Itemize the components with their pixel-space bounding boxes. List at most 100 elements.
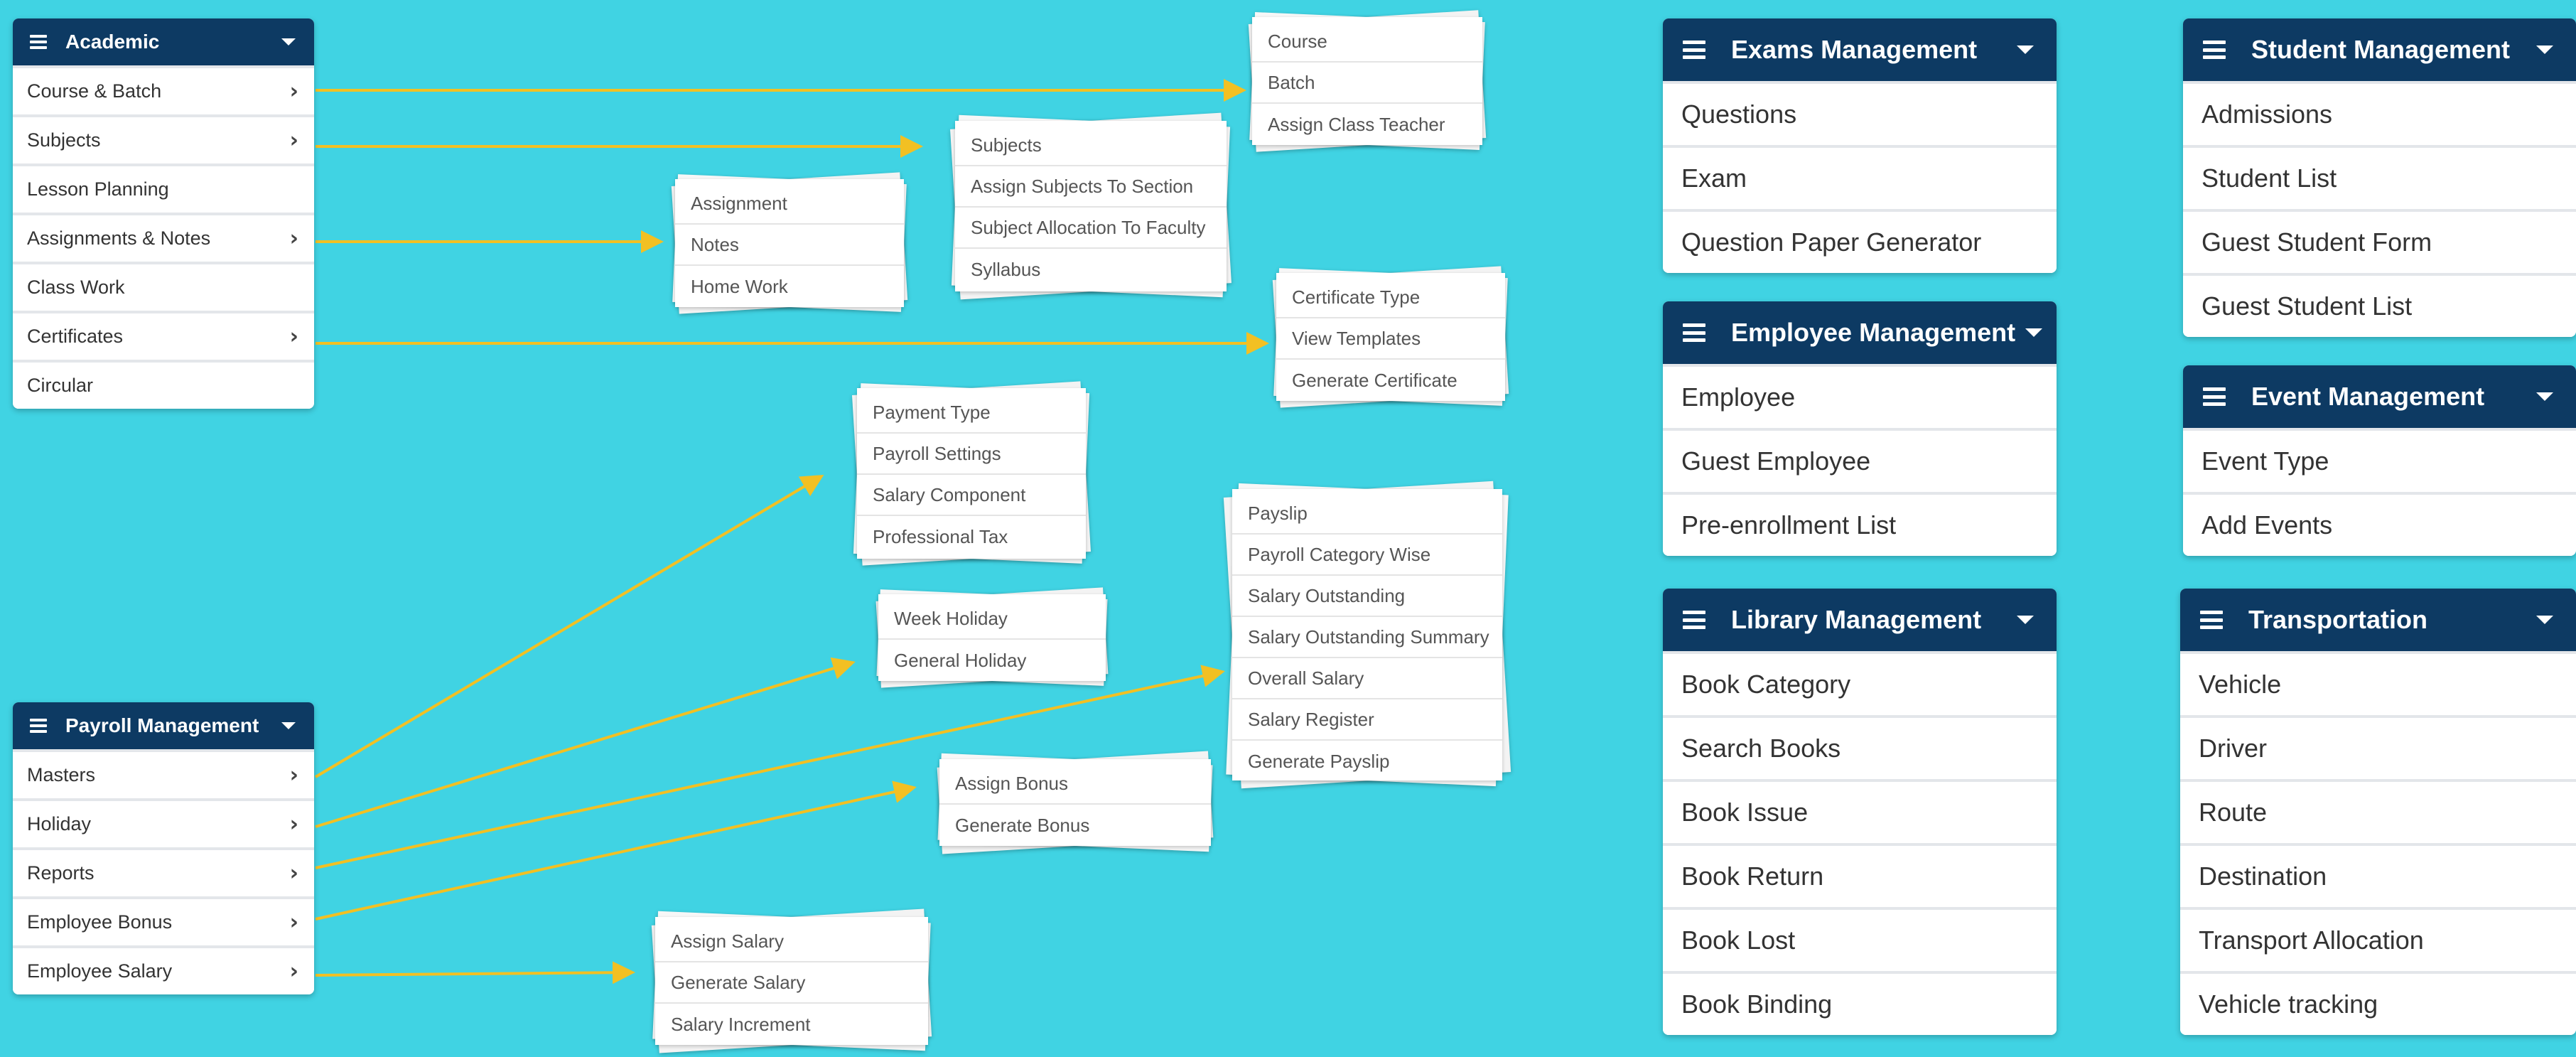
- academic-menu-header[interactable]: Academic: [13, 18, 314, 65]
- submenu-item[interactable]: Salary Component: [857, 475, 1086, 516]
- chevron-right-icon: ›: [289, 861, 298, 886]
- submenu-item[interactable]: Professional Tax: [857, 516, 1086, 557]
- submenu-item[interactable]: Payslip: [1232, 493, 1502, 535]
- menu-item-employee[interactable]: Employee: [1663, 364, 2057, 428]
- submenu-item[interactable]: Salary Outstanding Summary: [1232, 617, 1502, 658]
- submenu-item[interactable]: View Templates: [1276, 318, 1505, 360]
- arrow-masters: [314, 474, 824, 778]
- library-menu: Library Management Book Category Search …: [1663, 589, 2057, 1035]
- menu-item-destination[interactable]: Destination: [2180, 843, 2576, 907]
- menu-item-search-books[interactable]: Search Books: [1663, 715, 2057, 779]
- menu-item-book-issue[interactable]: Book Issue: [1663, 779, 2057, 843]
- menu-item-certificates[interactable]: Certificates ›: [13, 311, 314, 360]
- menu-item-circular[interactable]: Circular: [13, 360, 314, 409]
- menu-item-employee-salary[interactable]: Employee Salary ›: [13, 945, 314, 994]
- employee-menu: Employee Management Employee Guest Emplo…: [1663, 301, 2057, 556]
- menu-item-guest-student-list[interactable]: Guest Student List: [2183, 273, 2576, 337]
- menu-item-pre-enrollment-list[interactable]: Pre-enrollment List: [1663, 492, 2057, 556]
- submenu-item[interactable]: Assign Salary: [655, 921, 928, 962]
- menu-item-reports[interactable]: Reports ›: [13, 847, 314, 896]
- menu-item-question-paper-generator[interactable]: Question Paper Generator: [1663, 209, 2057, 273]
- submenu-item[interactable]: Syllabus: [955, 249, 1227, 290]
- menu-item-guest-student-form[interactable]: Guest Student Form: [2183, 209, 2576, 273]
- transport-menu: Transportation Vehicle Driver Route Dest…: [2180, 589, 2576, 1035]
- caret-down-icon[interactable]: [2025, 328, 2042, 337]
- menu-item-book-binding[interactable]: Book Binding: [1663, 971, 2057, 1035]
- submenu-item[interactable]: Batch: [1252, 63, 1482, 104]
- hamburger-menu-icon: [1683, 41, 1705, 59]
- submenu-item[interactable]: Assign Bonus: [939, 763, 1211, 805]
- menu-item-book-return[interactable]: Book Return: [1663, 843, 2057, 907]
- menu-item-questions[interactable]: Questions: [1663, 81, 2057, 145]
- menu-item-add-events[interactable]: Add Events: [2183, 492, 2576, 556]
- student-menu: Student Management Admissions Student Li…: [2183, 18, 2576, 337]
- arrow-bonus: [315, 780, 917, 921]
- caret-down-icon[interactable]: [281, 38, 296, 45]
- exams-menu-header[interactable]: Exams Management: [1663, 18, 2057, 81]
- submenu-item[interactable]: Generate Bonus: [939, 805, 1211, 846]
- submenu-item[interactable]: Home Work: [675, 266, 904, 307]
- submenu-holiday: Week Holiday General Holiday: [875, 587, 1109, 688]
- menu-item-vehicle-tracking[interactable]: Vehicle tracking: [2180, 971, 2576, 1035]
- submenu-item[interactable]: Subject Allocation To Faculty: [955, 208, 1227, 249]
- menu-item-admissions[interactable]: Admissions: [2183, 81, 2576, 145]
- menu-item-holiday[interactable]: Holiday ›: [13, 798, 314, 847]
- submenu-item[interactable]: General Holiday: [878, 640, 1106, 681]
- submenu-item[interactable]: Assign Class Teacher: [1252, 104, 1482, 145]
- submenu-item[interactable]: Generate Salary: [655, 962, 928, 1004]
- menu-item-exam[interactable]: Exam: [1663, 145, 2057, 209]
- submenu-item[interactable]: Overall Salary: [1232, 658, 1502, 699]
- submenu-item[interactable]: Generate Certificate: [1276, 360, 1505, 401]
- submenu-item[interactable]: Salary Register: [1232, 699, 1502, 741]
- payroll-menu-header[interactable]: Payroll Management: [13, 702, 314, 749]
- menu-item-employee-bonus[interactable]: Employee Bonus ›: [13, 896, 314, 945]
- menu-item-route[interactable]: Route: [2180, 779, 2576, 843]
- arrow-salary: [315, 961, 635, 984]
- menu-item-book-category[interactable]: Book Category: [1663, 651, 2057, 715]
- menu-item-student-list[interactable]: Student List: [2183, 145, 2576, 209]
- chevron-right-icon: ›: [289, 226, 298, 251]
- chevron-right-icon: ›: [289, 79, 298, 104]
- chevron-right-icon: ›: [289, 812, 298, 837]
- navigation-diagram: Academic Course & Batch › Subjects › Lesso…: [0, 0, 2576, 1057]
- submenu-item[interactable]: Payment Type: [857, 392, 1086, 434]
- library-menu-header[interactable]: Library Management: [1663, 589, 2057, 651]
- caret-down-icon[interactable]: [281, 722, 296, 729]
- menu-item-masters[interactable]: Masters ›: [13, 749, 314, 798]
- menu-item-driver[interactable]: Driver: [2180, 715, 2576, 779]
- caret-down-icon[interactable]: [2536, 45, 2553, 54]
- caret-down-icon[interactable]: [2017, 616, 2034, 624]
- submenu-course-batch: Course Batch Assign Class Teacher: [1248, 10, 1487, 152]
- hamburger-menu-icon: [2200, 611, 2223, 629]
- menu-item-vehicle[interactable]: Vehicle: [2180, 651, 2576, 715]
- caret-down-icon[interactable]: [2536, 392, 2553, 401]
- hamburger-menu-icon: [30, 35, 47, 49]
- caret-down-icon[interactable]: [2536, 616, 2553, 624]
- submenu-item[interactable]: Course: [1252, 21, 1482, 63]
- submenu-item[interactable]: Payroll Settings: [857, 434, 1086, 475]
- menu-item-class-work[interactable]: Class Work: [13, 262, 314, 311]
- transport-menu-header[interactable]: Transportation: [2180, 589, 2576, 651]
- student-menu-header[interactable]: Student Management: [2183, 18, 2576, 81]
- submenu-item[interactable]: Generate Payslip: [1232, 741, 1502, 782]
- submenu-item[interactable]: Payroll Category Wise: [1232, 535, 1502, 576]
- menu-item-assignments-notes[interactable]: Assignments & Notes ›: [13, 213, 314, 262]
- menu-item-event-type[interactable]: Event Type: [2183, 428, 2576, 492]
- menu-item-course-batch[interactable]: Course & Batch ›: [13, 65, 314, 114]
- submenu-item[interactable]: Salary Outstanding: [1232, 576, 1502, 617]
- submenu-item[interactable]: Notes: [675, 225, 904, 266]
- menu-item-guest-employee[interactable]: Guest Employee: [1663, 428, 2057, 492]
- menu-item-subjects[interactable]: Subjects ›: [13, 114, 314, 163]
- submenu-item[interactable]: Assign Subjects To Section: [955, 166, 1227, 208]
- employee-menu-header[interactable]: Employee Management: [1663, 301, 2057, 364]
- menu-item-transport-allocation[interactable]: Transport Allocation: [2180, 907, 2576, 971]
- menu-item-lesson-planning[interactable]: Lesson Planning: [13, 163, 314, 213]
- submenu-item[interactable]: Certificate Type: [1276, 277, 1505, 318]
- submenu-item[interactable]: Assignment: [675, 183, 904, 225]
- submenu-item[interactable]: Salary Increment: [655, 1004, 928, 1045]
- menu-item-book-lost[interactable]: Book Lost: [1663, 907, 2057, 971]
- submenu-item[interactable]: Subjects: [955, 125, 1227, 166]
- event-menu-header[interactable]: Event Management: [2183, 365, 2576, 428]
- submenu-item[interactable]: Week Holiday: [878, 599, 1106, 640]
- caret-down-icon[interactable]: [2017, 45, 2034, 54]
